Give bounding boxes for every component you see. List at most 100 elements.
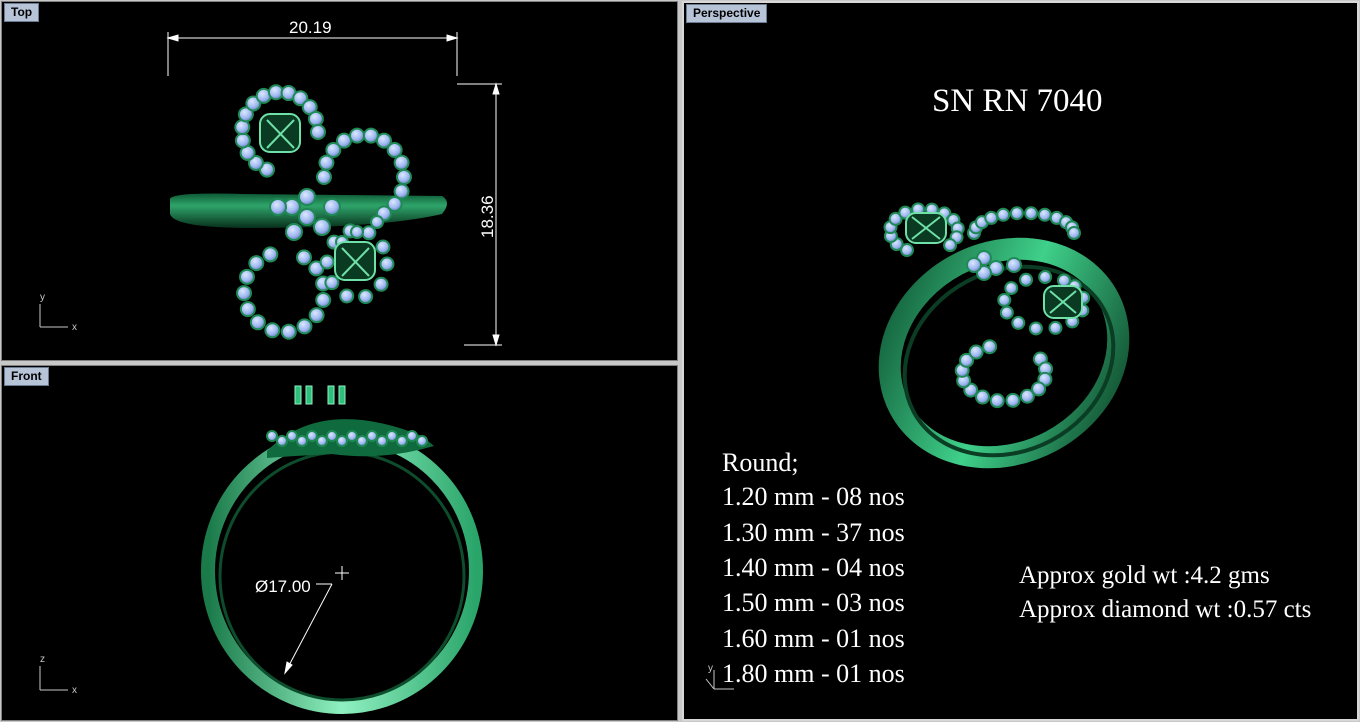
diamond-stone [336,435,348,447]
diamond-stone [1006,257,1022,273]
diamond-stone [982,339,998,355]
front-viewport-label[interactable]: Front [4,367,49,386]
stone-spec-row: 1.30 mm - 37 nos [722,518,905,547]
diamond-stone [308,307,325,324]
stone-spec-row: 1.60 mm - 01 nos [722,624,905,653]
diamond-weight: Approx diamond wt :0.57 cts [1019,596,1311,623]
diamond-stone [349,127,366,144]
diamond-stone [298,208,316,226]
diamond-stone [238,268,255,285]
diamond-stone [234,132,251,149]
diamond-stone [266,430,278,442]
perspective-viewport-label[interactable]: Perspective [686,4,768,23]
diamond-stone [276,435,288,447]
design-code-title: SN RN 7040 [932,83,1103,119]
diamond-stone [406,430,418,442]
diamond-stone [323,198,341,216]
diamond-stone [416,435,428,447]
diamond-stone [269,198,287,216]
width-dimension [166,32,459,76]
diamond-stone [296,318,313,335]
diamond-stone [319,254,335,270]
diamond-stone [375,239,391,255]
axis-y-label: y [708,663,713,674]
diamond-stone [968,344,984,360]
diamond-stone [379,256,395,272]
diamond-stone [346,430,358,442]
diamond-stone [1038,270,1053,285]
diamond-stone [307,110,324,127]
front-view-canvas: Ø17.00 z x [39,385,483,714]
diamond-stone [296,435,308,447]
top-viewport[interactable]: Top 20.19 18.36 y x [1,1,678,361]
prong-set [294,385,346,405]
diamond-stone [350,225,364,239]
diamond-stone [1019,388,1035,404]
diamond-stone [361,225,377,241]
diamond-stone [285,223,303,241]
diamond-stone [1024,206,1039,221]
diamond-stone [999,305,1014,320]
height-dimension-label: 18.36 [478,195,497,238]
diamond-stone [234,119,251,136]
axis-x-label: x [72,685,77,696]
diamond-stone [313,218,331,236]
axis-z-label: z [40,654,45,665]
diamond-stone [310,124,326,140]
axis-indicator [39,304,68,328]
diamond-stone [1048,320,1063,335]
diamond-stone [249,314,266,331]
perspective-view-canvas: SN RN 7040 Round; 1.20 mm - 08 nos 1.30 … [705,83,1311,690]
diamond-stone [997,292,1012,307]
diamond-stone [286,430,298,442]
diameter-label: Ø17.00 [255,577,311,596]
diamond-stone [370,215,384,229]
diamond-stone [1011,315,1026,330]
diamond-stone [248,255,265,272]
diamond-stone [280,323,297,340]
diamond-stone [316,169,332,185]
diamond-stone [339,288,355,304]
diamond-stone [1028,321,1043,336]
top-view-canvas: 20.19 18.36 y x [39,18,502,347]
stone-spec-row: 1.20 mm - 08 nos [722,482,905,511]
diamond-stone [966,257,982,273]
diamond-stone [373,276,389,292]
diamond-stone [393,154,410,171]
stone-shape-heading: Round; [722,448,799,477]
diamond-stone [362,127,379,144]
diamond-stone [1005,392,1021,408]
axis-x-label: x [72,322,77,333]
diamond-stone [264,322,281,339]
stone-spec-row: 1.80 mm - 01 nos [722,659,905,688]
diamond-stone [386,430,398,442]
diamond-stone [236,285,253,302]
diamond-stone [1037,207,1052,222]
diamond-stone [1004,281,1019,296]
diamond-stone [326,430,338,442]
stone-spec-row: 1.40 mm - 04 nos [722,553,905,582]
diamond-stone [315,292,332,309]
perspective-viewport[interactable]: Perspective SN RN 7040 Round; 1.20 mm - … [682,1,1359,721]
front-viewport[interactable]: Front Ø17.00 z x [1,365,678,721]
diamond-stone [996,207,1011,222]
stone-spec-row: 1.50 mm - 03 nos [722,588,905,617]
diamond-stone [336,132,352,149]
diamond-stone [943,238,958,253]
width-dimension-label: 20.19 [289,18,332,37]
axis-y-label: y [40,292,45,303]
diamond-stone [1019,272,1034,287]
diamond-stone [396,435,408,447]
diamond-stone [316,435,328,447]
diamond-stone [358,289,374,305]
diamond-stone [262,246,279,263]
diamond-stone [989,393,1005,409]
diamond-stone [356,435,368,447]
diamond-stone [1009,206,1024,221]
diamond-stone [396,169,412,185]
top-viewport-label[interactable]: Top [4,3,40,22]
diamond-stone [366,430,378,442]
diamond-stone [298,188,316,206]
diamond-stone [984,210,999,225]
axis-indicator [39,666,68,691]
